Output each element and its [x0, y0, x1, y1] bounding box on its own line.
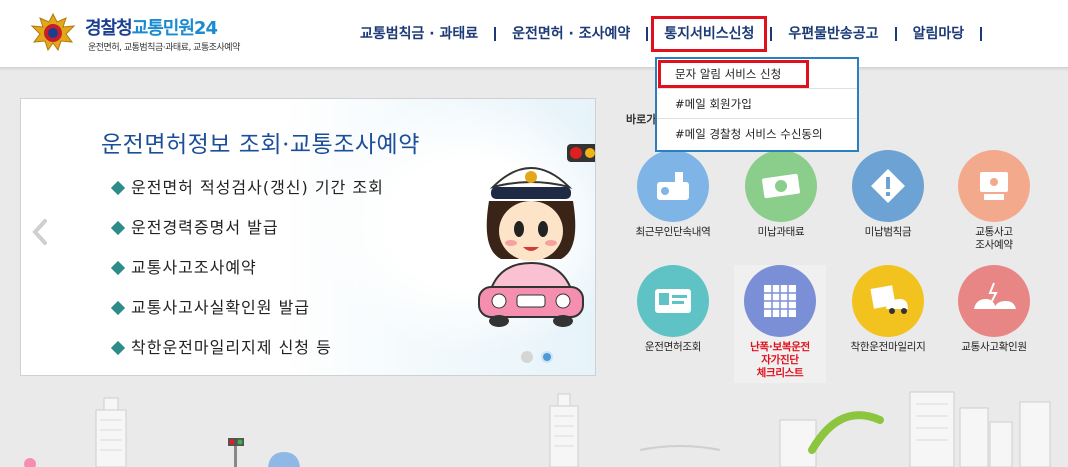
quick-unpaid-penalties[interactable]: 미납범칙금 [838, 150, 938, 268]
banner-pagination [521, 351, 553, 363]
police-emblem-icon [30, 12, 76, 52]
quick-item-label: 교통사고확인원 [961, 341, 1027, 353]
city-skyline-illustration [24, 391, 1051, 467]
diamond-bullet-icon [110, 300, 126, 316]
notification-dropdown: 문자 알림 서비스 신청 #메일 회원가입 #메일 경찰청 서비스 수신동의 [655, 57, 859, 152]
header: 경찰청교통민원24 운전면허, 교통범칙금·과태료, 교통조사예약 교통범칙금 … [0, 0, 1068, 71]
checklist-icon [744, 265, 816, 337]
logo-title: 경찰청교통민원24 [85, 18, 218, 39]
mileage-icon [852, 265, 924, 337]
police-mascot-illustration [478, 167, 584, 327]
diamond-bullet-icon [110, 260, 126, 276]
diamond-bullet-icon [110, 180, 126, 196]
banner-title: 운전면허정보 조회·교통조사예약 [101, 132, 420, 158]
computer-icon [958, 150, 1030, 222]
nav-fines[interactable]: 교통범칙금 · 과태료 [344, 16, 494, 52]
license-card-icon [637, 265, 709, 337]
warning-icon [852, 150, 924, 222]
nav-notices[interactable]: 알림마당 [897, 16, 981, 52]
banner-dot-2[interactable] [541, 351, 553, 363]
quick-accident-reservation[interactable]: 교통사고 조사예약 [944, 150, 1044, 268]
site-logo[interactable]: 경찰청교통민원24 운전면허, 교통범칙금·과태료, 교통조사예약 [30, 12, 270, 56]
nav-returned-mail[interactable]: 우편물반송공고 [772, 16, 894, 52]
banner-feature-list: 운전면허 적성검사(갱신) 기간 조회 운전경력증명서 발급 교통사고조사예약 … [110, 174, 384, 374]
quick-safe-driving-mileage[interactable]: 착한운전마일리지 [838, 265, 938, 383]
quick-item-label: 미납과태료 [757, 226, 805, 238]
list-item[interactable]: 운전경력증명서 발급 [110, 214, 384, 254]
money-icon [745, 150, 817, 222]
main-nav: 교통범칙금 · 과태료 운전면허 · 조사예약 통지서비스신청 우편물반송공고 … [344, 16, 983, 52]
list-item[interactable]: 운전면허 적성검사(갱신) 기간 조회 [110, 174, 384, 214]
quick-item-label: 난폭·보복운전 자가진단 체크리스트 [750, 341, 810, 379]
quick-menu-label: 바로가 [626, 113, 657, 126]
list-item[interactable]: 착한운전마일리지제 신청 등 [110, 334, 384, 374]
quick-recent-enforcement[interactable]: 최근무인단속내역 [623, 150, 723, 268]
dropdown-item-email-signup[interactable]: #메일 회원가입 [657, 89, 857, 119]
dropdown-item-sms-alert[interactable]: 문자 알림 서비스 신청 [657, 59, 857, 89]
nav-license[interactable]: 운전면허 · 조사예약 [496, 16, 646, 52]
camera-icon [637, 150, 709, 222]
list-item[interactable]: 교통사고사실확인원 발급 [110, 294, 384, 334]
diamond-bullet-icon [110, 340, 126, 356]
quick-item-label: 착한운전마일리지 [850, 341, 926, 353]
quick-license-inquiry[interactable]: 운전면허조회 [623, 265, 723, 383]
highlight-box [651, 16, 768, 52]
quick-item-label: 운전면허조회 [644, 341, 702, 353]
accident-icon [958, 265, 1030, 337]
diamond-bullet-icon [110, 220, 126, 236]
main-banner: 운전면허정보 조회·교통조사예약 운전면허 적성검사(갱신) 기간 조회 운전경… [20, 98, 596, 376]
highlight-box [658, 60, 809, 88]
nav-notification-service[interactable]: 통지서비스신청 [648, 16, 770, 52]
quick-item-label: 최근무인단속내역 [635, 226, 711, 238]
quick-unpaid-fines[interactable]: 미납과태료 [731, 150, 831, 268]
dropdown-item-email-consent[interactable]: #메일 경찰청 서비스 수신동의 [657, 119, 857, 149]
logo-subtitle: 운전면허, 교통범칙금·과태료, 교통조사예약 [88, 43, 240, 53]
quick-accident-certificate[interactable]: 교통사고확인원 [944, 265, 1044, 383]
nav-divider [980, 27, 983, 41]
quick-item-label: 미납범칙금 [864, 226, 912, 238]
quick-aggressive-driving-checklist[interactable]: 난폭·보복운전 자가진단 체크리스트 [734, 265, 826, 383]
quick-item-label: 교통사고 조사예약 [975, 226, 1013, 251]
chevron-left-icon[interactable] [29, 217, 51, 247]
banner-dot-1[interactable] [521, 351, 533, 363]
list-item[interactable]: 교통사고조사예약 [110, 254, 384, 294]
